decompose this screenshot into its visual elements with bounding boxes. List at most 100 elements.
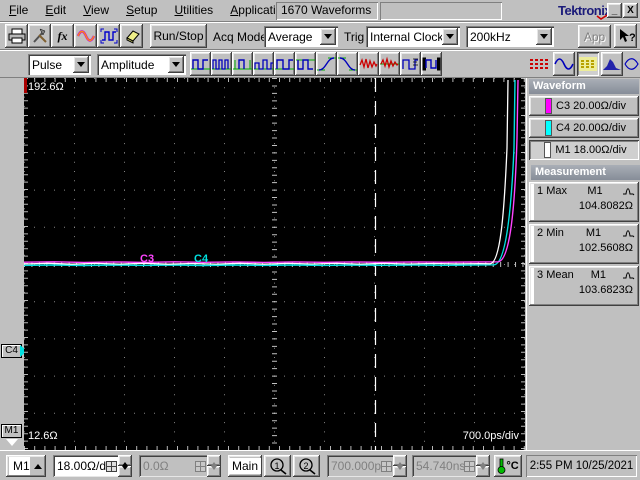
- vertical-scale-field[interactable]: 18.00Ω/di: [53, 455, 132, 477]
- chevron-up-icon: [34, 463, 42, 469]
- pulse-single-button[interactable]: [232, 52, 253, 76]
- vertical-bottom-readout: 12.6Ω: [28, 430, 58, 442]
- horizontal-scale-stepper: [393, 455, 407, 477]
- measure-type-select[interactable]: Amplitude: [97, 54, 186, 75]
- close-button[interactable]: X: [623, 3, 638, 18]
- m1-position-marker[interactable]: M1: [1, 424, 22, 438]
- measurement-shape-icon: [623, 188, 635, 196]
- keypad-icon: [464, 460, 475, 472]
- waveform-view-button[interactable]: [553, 52, 575, 76]
- measure-category-dropdown-button[interactable]: [73, 56, 89, 73]
- measurement-strip: [531, 184, 534, 220]
- acq-mode-select[interactable]: Average: [264, 26, 338, 47]
- pulse-burst-icon: [254, 59, 273, 70]
- trig-source-select[interactable]: Internal Clock: [366, 26, 460, 47]
- print-icon: [8, 28, 25, 44]
- measurement-max[interactable]: 1 Max M1 104.8082Ω: [529, 182, 639, 222]
- oscilloscope-app: { "titlebar": { "menu": ["File", "Edit",…: [0, 0, 640, 480]
- status-readout-box: [380, 2, 502, 20]
- rise-time-button[interactable]: [316, 52, 337, 76]
- erase-button[interactable]: [120, 24, 143, 48]
- waveform-display[interactable]: 192.6Ω 12.6Ω 700.0ps/div C3 C4: [24, 78, 525, 450]
- pulse-params-icon: [402, 58, 418, 70]
- setup-tools-button[interactable]: [28, 24, 51, 48]
- pulse-train-button[interactable]: [295, 52, 316, 76]
- trig-source-dropdown-button[interactable]: [442, 28, 458, 45]
- pulse-period-button[interactable]: [211, 52, 232, 76]
- context-help-button[interactable]: ?: [614, 24, 637, 48]
- menu-view[interactable]: View: [76, 1, 116, 19]
- svg-text:?: ?: [629, 32, 635, 44]
- color-waveform-icon: [76, 30, 95, 42]
- mag2-button[interactable]: 2: [293, 455, 320, 477]
- acq-mode-dropdown-button[interactable]: [320, 28, 336, 45]
- measurement-min[interactable]: 2 Min M1 102.5608Ω: [529, 224, 639, 264]
- help-pointer-icon: ?: [619, 28, 635, 44]
- measure-type-value: Amplitude: [101, 57, 155, 72]
- histogram-button[interactable]: [601, 52, 623, 76]
- eye-diagram-button[interactable]: [623, 52, 640, 76]
- pulse-pair-icon: [275, 59, 294, 70]
- measurement-name: Max: [546, 185, 567, 197]
- trig-rate-dropdown-button[interactable]: [536, 28, 552, 45]
- measure-type-dropdown-button[interactable]: [168, 56, 184, 73]
- pulse-burst-button[interactable]: [253, 52, 274, 76]
- tools-icon: [32, 28, 47, 43]
- trace-c4: [24, 79, 516, 267]
- waveform-c3-button[interactable]: C3 20.00Ω/div: [529, 96, 639, 116]
- waveform-view-icon: [554, 58, 574, 70]
- temperature-button[interactable]: °C: [494, 455, 522, 477]
- trig-rate-select[interactable]: 200kHz: [466, 26, 554, 47]
- minimize-button[interactable]: _: [607, 3, 622, 18]
- c4-trace-label[interactable]: C4: [194, 253, 208, 265]
- trig-label: Trig: [344, 30, 365, 44]
- source-dropup-button[interactable]: [30, 463, 46, 469]
- horizontal-delay-field: 54.740ns: [412, 455, 490, 477]
- waveform-color-button[interactable]: [74, 24, 97, 48]
- c4-position-marker[interactable]: C4: [1, 344, 22, 358]
- eye-diagram-icon: [624, 58, 639, 70]
- vertical-offset-stepper: [207, 455, 221, 477]
- pulse-params-button[interactable]: [400, 52, 421, 76]
- menu-file[interactable]: File: [2, 1, 35, 19]
- keypad-icon[interactable]: [106, 460, 117, 472]
- cursors-button[interactable]: [528, 52, 550, 76]
- noise-rms-button[interactable]: [379, 52, 400, 76]
- c3-scale-label: C3 20.00Ω/div: [556, 100, 626, 112]
- vertical-scale-stepper[interactable]: [118, 455, 132, 477]
- print-button[interactable]: [5, 24, 28, 48]
- waveform-m1-button[interactable]: M1 18.00Ω/div: [529, 140, 639, 160]
- horizontal-delay-stepper: [476, 455, 490, 477]
- menu-edit[interactable]: Edit: [38, 1, 73, 19]
- waveform-panel-header: Waveform: [529, 79, 639, 94]
- toolbar-measurement: Pulse Amplitude: [0, 50, 640, 78]
- c3-trace-label[interactable]: C3: [140, 253, 154, 265]
- svg-text:1: 1: [274, 461, 279, 471]
- rise-time-icon: [317, 57, 336, 71]
- mag1-button[interactable]: 1: [264, 455, 291, 477]
- menu-utilities[interactable]: Utilities: [168, 1, 221, 19]
- measurement-num: 1: [537, 185, 544, 197]
- annotations-button[interactable]: [577, 52, 599, 76]
- source-select[interactable]: M1: [6, 455, 46, 477]
- pulse-select-button[interactable]: [97, 24, 120, 48]
- pulse-width-button[interactable]: [190, 52, 211, 76]
- noise-pkpk-button[interactable]: [358, 52, 379, 76]
- app-button[interactable]: App: [578, 25, 611, 48]
- fall-time-button[interactable]: [337, 52, 358, 76]
- measure-category-select[interactable]: Pulse: [28, 54, 91, 75]
- pulse-pair-button[interactable]: [274, 52, 295, 76]
- pulse-gate-button[interactable]: [421, 52, 442, 76]
- waveform-c4-button[interactable]: C4 20.00Ω/div: [529, 118, 639, 138]
- trace-c3: [24, 79, 519, 264]
- function-button[interactable]: fx: [51, 24, 74, 48]
- measurement-value: 103.6823Ω: [578, 284, 633, 296]
- menu-setup[interactable]: Setup: [119, 1, 164, 19]
- eraser-icon: [125, 30, 140, 44]
- spin-down-icon: [211, 466, 217, 477]
- main-view-button[interactable]: Main: [228, 455, 262, 477]
- measurement-mean[interactable]: 3 Mean M1 103.6823Ω: [529, 266, 639, 306]
- timebase-readout: 700.0ps/div: [462, 430, 519, 442]
- acq-mode-label: Acq Mode: [213, 30, 268, 44]
- run-stop-button[interactable]: Run/Stop: [150, 24, 207, 48]
